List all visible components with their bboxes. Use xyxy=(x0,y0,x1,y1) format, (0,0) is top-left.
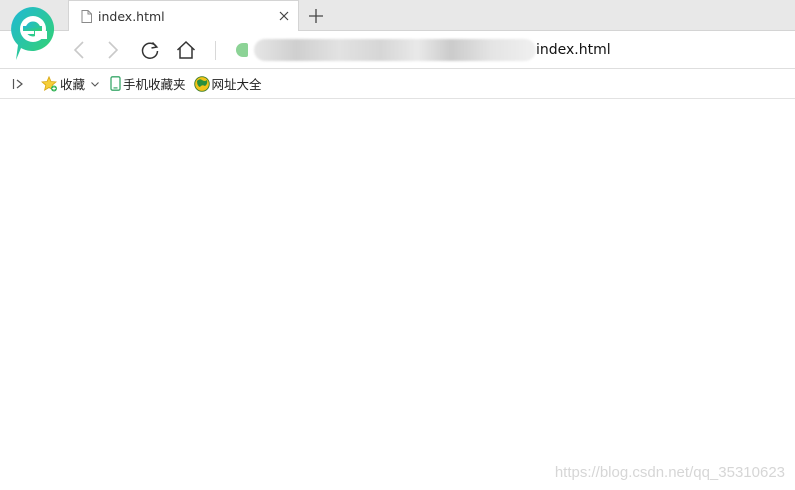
star-icon xyxy=(41,75,57,91)
bookmark-favorites-label: 收藏 xyxy=(60,77,86,92)
secure-icon xyxy=(236,43,248,57)
bookmark-directory[interactable]: 网址大全 xyxy=(193,73,262,95)
file-icon xyxy=(81,9,92,23)
bookmark-mobile-label: 手机收藏夹 xyxy=(123,77,186,92)
tab-strip: index.html xyxy=(0,0,795,31)
bookmark-directory-label: 网址大全 xyxy=(211,77,262,92)
sidebar-toggle-icon[interactable] xyxy=(11,77,25,91)
phone-icon xyxy=(110,76,121,91)
navigation-toolbar: index.html xyxy=(0,31,795,69)
back-arrow-icon[interactable] xyxy=(66,37,92,63)
toolbar-separator xyxy=(215,41,216,60)
bookmark-mobile[interactable]: 手机收藏夹 xyxy=(110,73,186,95)
chevron-down-icon[interactable] xyxy=(89,78,101,90)
home-icon[interactable] xyxy=(173,37,199,63)
browser-logo-icon[interactable] xyxy=(8,5,58,63)
globe-icon xyxy=(193,75,210,92)
redacted-url xyxy=(254,39,536,61)
forward-arrow-icon[interactable] xyxy=(100,37,126,63)
new-tab-button[interactable] xyxy=(304,4,328,28)
reload-icon[interactable] xyxy=(137,37,163,63)
url-text: index.html xyxy=(536,42,611,58)
close-icon[interactable] xyxy=(272,4,296,28)
tab-active[interactable]: index.html xyxy=(68,0,299,31)
tab-title: index.html xyxy=(98,8,165,24)
address-bar[interactable]: index.html xyxy=(236,36,781,64)
bookmark-favorites[interactable]: 收藏 xyxy=(41,73,103,95)
bookmarks-bar: 收藏 手机收藏夹 网址大全 xyxy=(0,69,795,99)
page-content xyxy=(0,99,795,490)
watermark-text: https://blog.csdn.net/qq_35310623 xyxy=(554,464,785,481)
